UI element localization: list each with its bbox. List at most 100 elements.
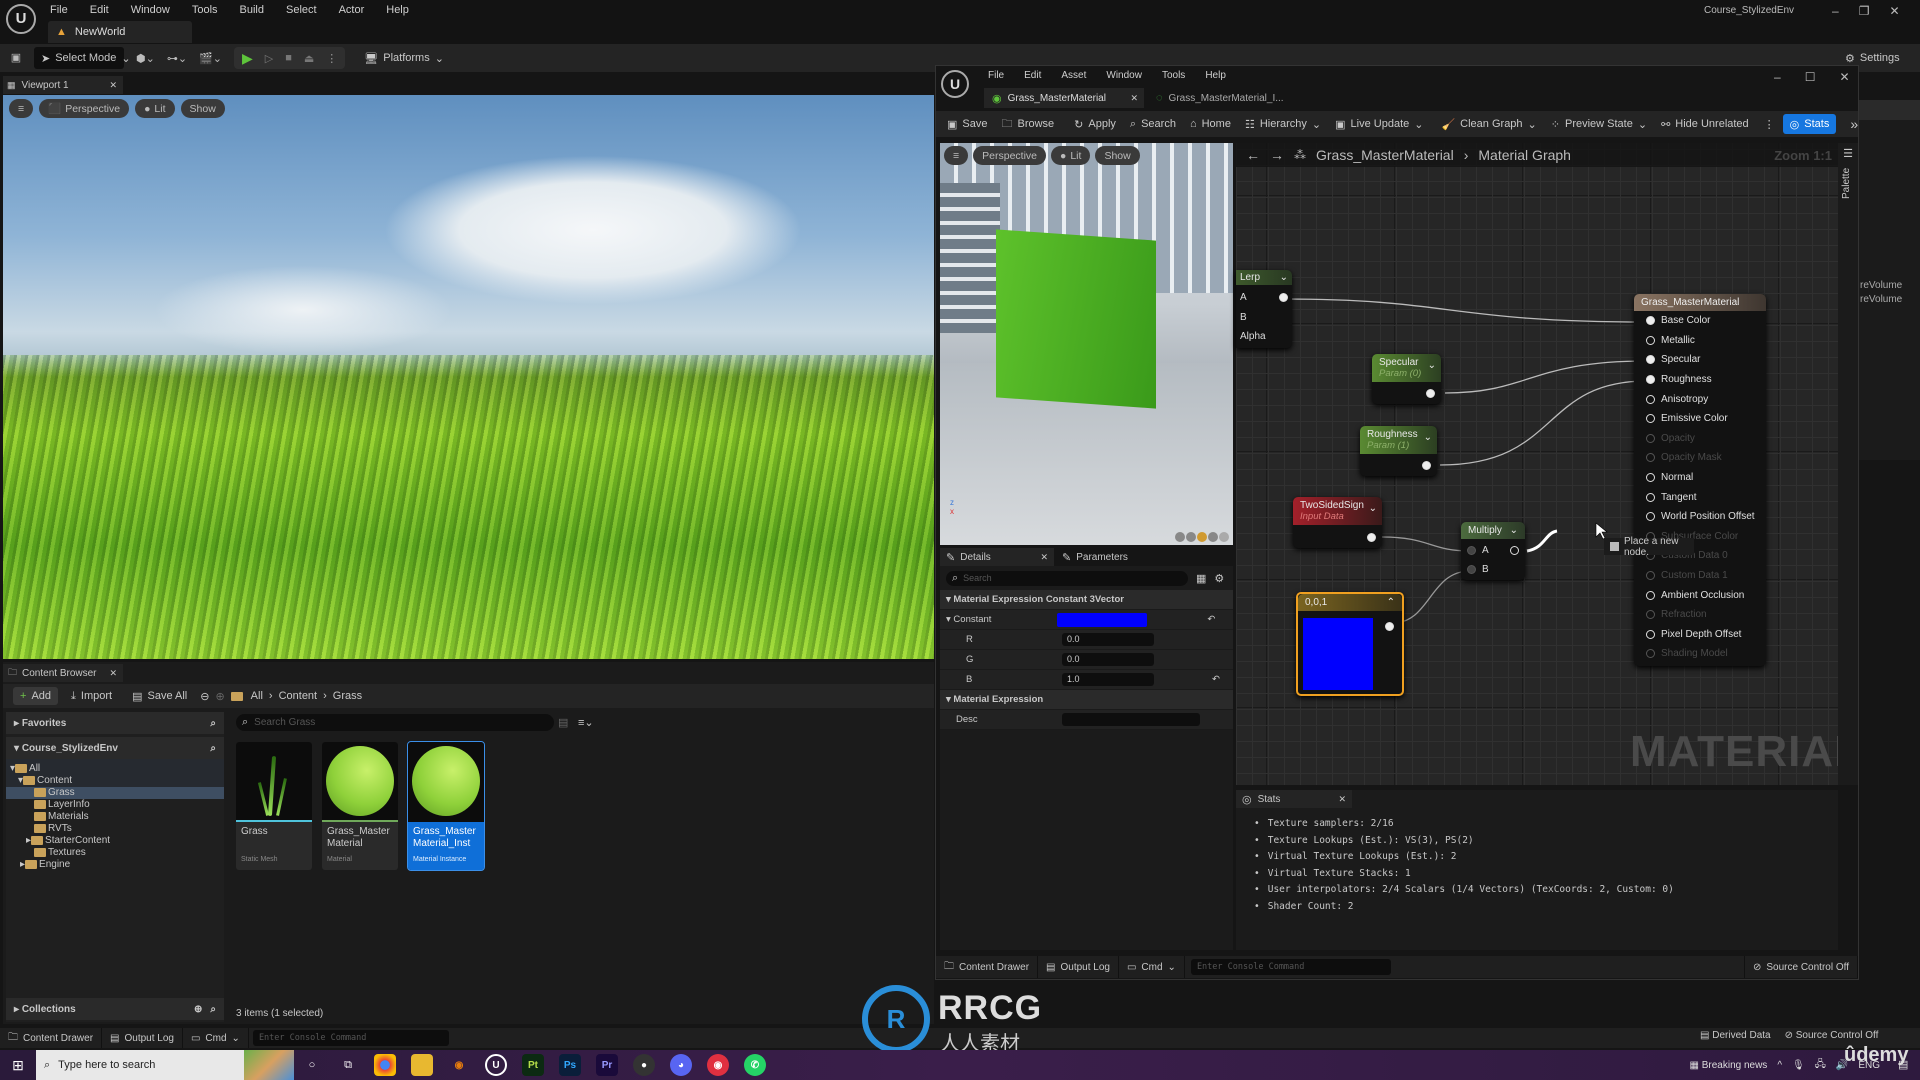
- menu-edit[interactable]: Edit: [1024, 70, 1041, 81]
- menu-window[interactable]: Window: [1106, 70, 1142, 81]
- result-pin-world-position-offset[interactable]: World Position Offset: [1634, 507, 1766, 527]
- constant3vector-node[interactable]: 0,0,1 ⌃: [1296, 592, 1404, 696]
- search-icon[interactable]: ⌕: [210, 1004, 216, 1015]
- specular-output-pin[interactable]: [1426, 389, 1435, 398]
- menu-asset[interactable]: Asset: [1061, 70, 1086, 81]
- output-log-button[interactable]: ▤ Output Log: [1038, 956, 1119, 978]
- live-update-button[interactable]: ▣ Live Update ⌄: [1328, 113, 1430, 135]
- tree-item-materials[interactable]: Materials: [6, 811, 224, 823]
- save-icon[interactable]: ▣: [10, 52, 22, 64]
- more-icon[interactable]: ⋮: [326, 52, 337, 65]
- gear-icon[interactable]: ⚙: [1214, 572, 1224, 585]
- result-pin-tangent[interactable]: Tangent: [1634, 487, 1766, 507]
- tree-item-all[interactable]: ▾ All: [6, 763, 224, 775]
- perspective-button[interactable]: ⬛ Perspective: [39, 99, 130, 118]
- news-widget[interactable]: ▦ Breaking news: [1689, 1060, 1767, 1071]
- twosided-output-pin[interactable]: [1367, 533, 1376, 542]
- forward-icon[interactable]: ⊕: [215, 690, 224, 703]
- save-button[interactable]: ▣ Save: [940, 113, 994, 135]
- result-pin-normal[interactable]: Normal: [1634, 468, 1766, 488]
- microphone-icon[interactable]: 🎙: [1792, 1060, 1805, 1071]
- back-icon[interactable]: ⊖: [200, 690, 209, 703]
- preview-perspective-button[interactable]: Perspective: [973, 146, 1046, 165]
- save-search-icon[interactable]: ▤: [558, 716, 568, 729]
- network-icon[interactable]: 🖧: [1815, 1057, 1826, 1074]
- result-pin-refraction[interactable]: Refraction: [1634, 605, 1766, 625]
- menu-help[interactable]: Help: [1205, 70, 1226, 81]
- windows-start-icon[interactable]: ⊞: [0, 1057, 36, 1074]
- hide-unrelated-button[interactable]: ⚯ Hide Unrelated: [1654, 113, 1756, 135]
- add-button[interactable]: + Add: [13, 687, 59, 705]
- stats-button[interactable]: ◎ Stats: [1782, 114, 1837, 134]
- content-drawer-button[interactable]: 🗀 Content Drawer: [936, 956, 1039, 978]
- painter-icon[interactable]: Pt: [522, 1054, 544, 1076]
- minimize-icon[interactable]: –: [1774, 70, 1781, 84]
- maximize-icon[interactable]: ☐: [1805, 70, 1816, 84]
- section-material-expression[interactable]: ▾ Material Expression: [940, 690, 1233, 710]
- chrome-profile-icon[interactable]: ◉: [707, 1054, 729, 1076]
- material-preview-viewport[interactable]: ≡ Perspective ● Lit Show zx: [940, 143, 1233, 545]
- breadcrumb-all[interactable]: All: [251, 690, 263, 702]
- tree-item-rvts[interactable]: RVTs: [6, 823, 224, 835]
- whatsapp-icon[interactable]: ✆: [744, 1054, 766, 1076]
- forward-arrow-icon[interactable]: →: [1270, 147, 1284, 163]
- favorites-header[interactable]: ▸ Favorites ⌕: [6, 712, 224, 734]
- cube-icon[interactable]: [1208, 532, 1218, 542]
- source-control-button[interactable]: ⊘ Source Control Off: [1743, 956, 1858, 978]
- r-input[interactable]: 0.0: [1062, 633, 1154, 646]
- search-button[interactable]: ⌕ Search: [1123, 113, 1183, 135]
- b-input[interactable]: 1.0: [1062, 673, 1154, 686]
- viewport-tab[interactable]: ▦ Viewport 1 ✕: [3, 76, 123, 94]
- home-button[interactable]: ⌂ Home: [1183, 113, 1238, 135]
- result-pin-roughness[interactable]: Roughness: [1634, 370, 1766, 390]
- lerp-pin-alpha[interactable]: Alpha: [1240, 327, 1288, 347]
- minimize-icon[interactable]: –: [1832, 4, 1839, 18]
- multiply-node[interactable]: Multiply ⌄ A B: [1461, 522, 1525, 580]
- apply-button[interactable]: ↻ Apply: [1067, 113, 1123, 135]
- close-tab-icon[interactable]: ✕: [1130, 93, 1138, 104]
- result-pin-metallic[interactable]: Metallic: [1634, 331, 1766, 351]
- lerp-node[interactable]: Lerp ⌄ A B Alpha: [1236, 270, 1292, 348]
- import-button[interactable]: ⤓ Import: [64, 685, 119, 707]
- lerp-pin-a[interactable]: A: [1240, 288, 1288, 308]
- breadcrumb-grass[interactable]: Grass: [333, 690, 362, 702]
- lit-button[interactable]: ● Lit: [135, 99, 175, 118]
- tree-item-layerinfo[interactable]: LayerInfo: [6, 799, 224, 811]
- close-tab-icon[interactable]: ✕: [1040, 552, 1048, 563]
- tree-item-engine[interactable]: ▸ Engine: [6, 859, 224, 871]
- menu-file[interactable]: File: [50, 4, 68, 16]
- close-tab-icon[interactable]: ✕: [1338, 794, 1346, 805]
- output-log-button[interactable]: ▤ Output Log: [102, 1028, 183, 1048]
- console-input[interactable]: Enter Console Command: [1190, 959, 1391, 975]
- more-icon[interactable]: ⋮: [1764, 118, 1775, 131]
- preview-show-button[interactable]: Show: [1095, 146, 1140, 165]
- menu-build[interactable]: Build: [240, 4, 264, 16]
- restore-icon[interactable]: ❐: [1859, 4, 1870, 18]
- breadcrumb-material[interactable]: Grass_MasterMaterial: [1316, 147, 1454, 163]
- constant-color-swatch[interactable]: [1057, 612, 1148, 627]
- menu-file[interactable]: File: [988, 70, 1004, 81]
- menu-window[interactable]: Window: [131, 4, 170, 16]
- close-tab-icon[interactable]: ✕: [109, 80, 117, 91]
- multiply-pin-a[interactable]: A: [1467, 541, 1519, 560]
- multiply-pin-b[interactable]: B: [1467, 560, 1519, 579]
- viewport-menu-button[interactable]: ≡: [9, 99, 34, 118]
- expand-toolbar-icon[interactable]: »: [1850, 116, 1858, 132]
- derived-data-button[interactable]: ▤ Derived Data: [1700, 1030, 1771, 1041]
- photoshop-icon[interactable]: Ps: [559, 1054, 581, 1076]
- close-tab-icon[interactable]: ✕: [109, 668, 117, 679]
- add-actor-icon[interactable]: ⬢⌄: [136, 52, 155, 65]
- browse-button[interactable]: 🗀 Browse: [994, 113, 1061, 135]
- result-pin-emissive-color[interactable]: Emissive Color: [1634, 409, 1766, 429]
- collections-header[interactable]: ▸ Collections ⊕ ⌕: [6, 998, 224, 1020]
- tree-item-grass[interactable]: Grass: [6, 787, 224, 799]
- tree-item-content[interactable]: ▾ Content: [6, 775, 224, 787]
- result-pin-shading-model[interactable]: Shading Model: [1634, 644, 1766, 664]
- menu-help[interactable]: Help: [386, 4, 409, 16]
- unreal-engine-icon[interactable]: U: [485, 1054, 507, 1076]
- tree-item-startercontent[interactable]: ▸ StarterContent: [6, 835, 224, 847]
- result-pin-opacity[interactable]: Opacity: [1634, 429, 1766, 449]
- obs-icon[interactable]: ●: [633, 1054, 655, 1076]
- tray-expand-icon[interactable]: ^: [1777, 1060, 1782, 1071]
- preview-lit-button[interactable]: ● Lit: [1051, 146, 1091, 165]
